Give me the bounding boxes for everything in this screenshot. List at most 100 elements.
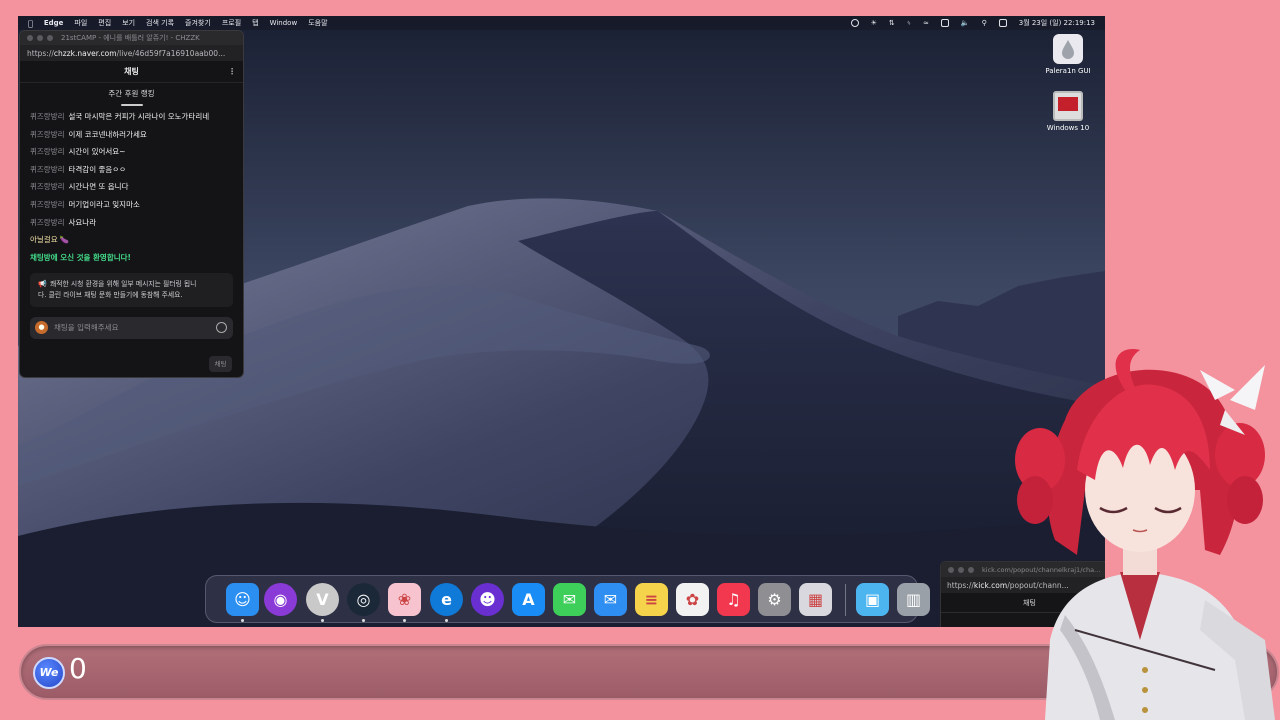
menu-favorites[interactable]: 즐겨찾기 xyxy=(185,18,211,28)
steam-icon: ◎ xyxy=(356,590,371,609)
chat-text: 시간이 있어서요~ xyxy=(68,147,126,157)
mail-icon: ✉ xyxy=(603,590,618,609)
chat-nickname[interactable]: 아닐걸요 xyxy=(30,235,58,244)
dock-item-ghost-app[interactable]: ☻ xyxy=(471,583,504,616)
control-center-icon[interactable] xyxy=(940,19,949,27)
emoji-icon[interactable] xyxy=(216,321,227,333)
dock-item-mail[interactable]: ✉ xyxy=(594,583,627,616)
dock-item-vivaldi[interactable]: V xyxy=(306,583,339,622)
chat-message: 아닐걸요 🍆 xyxy=(30,231,233,249)
chat-nickname[interactable]: 퀴즈랑방리 xyxy=(30,218,65,227)
desktop-icon-palera1n[interactable]: Palera1n GUI xyxy=(1028,34,1105,75)
chat-message: 퀴즈랑방리 머기업이라고 잊지마소 xyxy=(30,196,233,214)
network-icon[interactable]: ⇅ xyxy=(889,19,895,27)
desktop-icon-label: Windows 10 xyxy=(1046,124,1090,132)
chat-emoji: 🍆 xyxy=(59,235,69,245)
dock-item-app-store[interactable]: A xyxy=(512,583,545,616)
dock-item-edge[interactable]: e xyxy=(430,583,463,622)
zoom-icon[interactable] xyxy=(47,35,53,41)
notice-line: 쾌적한 시청 환경을 위해 일부 메시지는 필터링 됩니 xyxy=(50,279,197,288)
menu-help[interactable]: 도움말 xyxy=(308,18,327,28)
megaphone-icon: 📢 xyxy=(38,279,47,288)
volume-icon[interactable]: 🔈 xyxy=(961,19,970,27)
apple-menu-icon[interactable]:  xyxy=(28,19,33,28)
record-icon[interactable] xyxy=(850,19,859,27)
chzzk-chat-window: 21stCAMP - 에니를 배틀러 알쥬기! - CHZZK https://… xyxy=(19,30,244,378)
chat-message-list: 퀴즈랑방리 설국 마시막은 커피가 시라나이 오노가타리네 퀴즈랑방리 이제 코코넨… xyxy=(20,108,243,249)
chat-header: 채팅 ⋮ xyxy=(20,61,243,83)
chat-nickname[interactable]: 퀴즈랑방리 xyxy=(30,165,65,174)
finder-icon: ☺ xyxy=(234,590,251,609)
bluetooth-icon[interactable]: ᛃ xyxy=(907,19,911,27)
launchpad-icon: ▦ xyxy=(807,590,824,609)
dock-item-steam[interactable]: ◎ xyxy=(347,583,380,622)
minimize-icon[interactable] xyxy=(958,566,964,573)
gear-icon: ⚙ xyxy=(767,590,782,609)
chat-nickname[interactable]: 퀴즈랑방리 xyxy=(30,112,65,121)
dock-separator xyxy=(845,584,846,616)
window-titlebar[interactable]: 21stCAMP - 에니를 배틀러 알쥬기! - CHZZK xyxy=(20,31,243,45)
weekly-ranking-tab[interactable]: 주간 후원 랭킹 xyxy=(20,83,243,108)
desktop-icon-windows10[interactable]: Windows 10 xyxy=(1028,91,1105,132)
dock-item-system-settings[interactable]: ⚙ xyxy=(758,583,791,616)
menu-file[interactable]: 파일 xyxy=(74,18,87,28)
menu-app-name[interactable]: Edge xyxy=(44,19,64,27)
wifi-icon[interactable]: ≈ xyxy=(923,19,929,27)
zoom-icon[interactable] xyxy=(968,566,974,573)
running-indicator xyxy=(445,619,448,622)
chat-nickname[interactable]: 퀴즈랑방리 xyxy=(30,147,65,156)
menu-window[interactable]: Window xyxy=(270,19,298,27)
dock-item-siri[interactable]: ◉ xyxy=(264,583,297,616)
folder-icon: ▣ xyxy=(864,590,881,609)
menu-history[interactable]: 검색 기록 xyxy=(146,18,174,28)
vivaldi-icon: V xyxy=(316,590,329,609)
chat-message: 퀴즈랑방리 이제 코코넨내하러가세요 xyxy=(30,126,233,144)
close-icon[interactable] xyxy=(948,566,954,573)
running-indicator xyxy=(241,619,244,622)
menu-tab[interactable]: 탭 xyxy=(252,18,258,28)
close-icon[interactable] xyxy=(27,35,33,41)
search-icon[interactable]: ⚲ xyxy=(982,19,987,27)
notes-icon: ≡ xyxy=(644,590,659,609)
chat-text: 이제 코코넨내하러가세요 xyxy=(68,129,147,139)
menu-profile[interactable]: 프로필 xyxy=(222,18,241,28)
brightness-icon[interactable]: ☀ xyxy=(871,19,877,27)
siri-menu-icon[interactable] xyxy=(998,19,1007,27)
dock-item-music[interactable]: ♫ xyxy=(717,583,750,616)
dock-item-messages[interactable]: ✉ xyxy=(553,583,586,616)
url-path: /live/46d59f7a16910aab00... xyxy=(116,48,226,58)
chat-title: 채팅 xyxy=(124,67,139,76)
dock-item-finder[interactable]: ☺ xyxy=(226,583,259,622)
dock-item-pink-app[interactable]: ❀ xyxy=(388,583,421,622)
more-options-icon[interactable]: ⋮ xyxy=(228,61,236,83)
chat-nickname[interactable]: 퀴즈랑방리 xyxy=(30,182,65,191)
dock-item-notes[interactable]: ≡ xyxy=(635,583,668,616)
chat-text: 머기업이라고 잊지마소 xyxy=(68,199,140,209)
desktop-icon-label: Palera1n GUI xyxy=(1045,67,1091,75)
chat-input[interactable]: ● 채팅을 입력해주세요 xyxy=(30,316,233,339)
user-avatar-icon[interactable]: ● xyxy=(35,321,48,335)
url-domain: kick.com xyxy=(973,580,1008,590)
ghost-icon: ☻ xyxy=(479,590,496,609)
menu-edit[interactable]: 편집 xyxy=(98,18,111,28)
dock-item-downloads[interactable]: ▣ xyxy=(856,583,889,616)
dock-item-photos[interactable]: ✿ xyxy=(676,583,709,616)
minimize-icon[interactable] xyxy=(37,35,43,41)
running-indicator xyxy=(362,619,365,622)
chat-nickname[interactable]: 퀴즈랑방리 xyxy=(30,200,65,209)
send-chat-button[interactable]: 채팅 xyxy=(209,356,232,372)
menu-bar:  Edge 파일 편집 보기 검색 기록 즐겨찾기 프로필 탭 Window … xyxy=(18,16,1105,30)
chat-text: 설국 마시막은 커피가 시라나이 오노가타리네 xyxy=(68,112,210,121)
vtuber-avatar xyxy=(1015,349,1275,720)
pink-petal-icon: ❀ xyxy=(397,590,412,609)
dock: ☺ ◉ V ◎ ❀ e ☻ A ✉ ✉ ≡ ✿ ♫ ⚙ ▦ ▣ ▥ xyxy=(205,575,930,623)
menubar-datetime[interactable]: 3월 23일 (일) 22:19:13 xyxy=(1019,18,1095,28)
counter-value: 0 xyxy=(69,652,87,685)
dock-item-launchpad[interactable]: ▦ xyxy=(799,583,832,616)
url-prefix: https:// xyxy=(947,580,974,590)
address-bar[interactable]: https://chzzk.naver.com/live/46d59f7a169… xyxy=(20,45,243,61)
dock-item-trash[interactable]: ▥ xyxy=(897,583,930,616)
chat-nickname[interactable]: 퀴즈랑방리 xyxy=(30,130,65,139)
menu-view[interactable]: 보기 xyxy=(122,18,135,28)
welcome-message: 채팅방에 오신 것을 환영합니다! xyxy=(30,252,131,262)
